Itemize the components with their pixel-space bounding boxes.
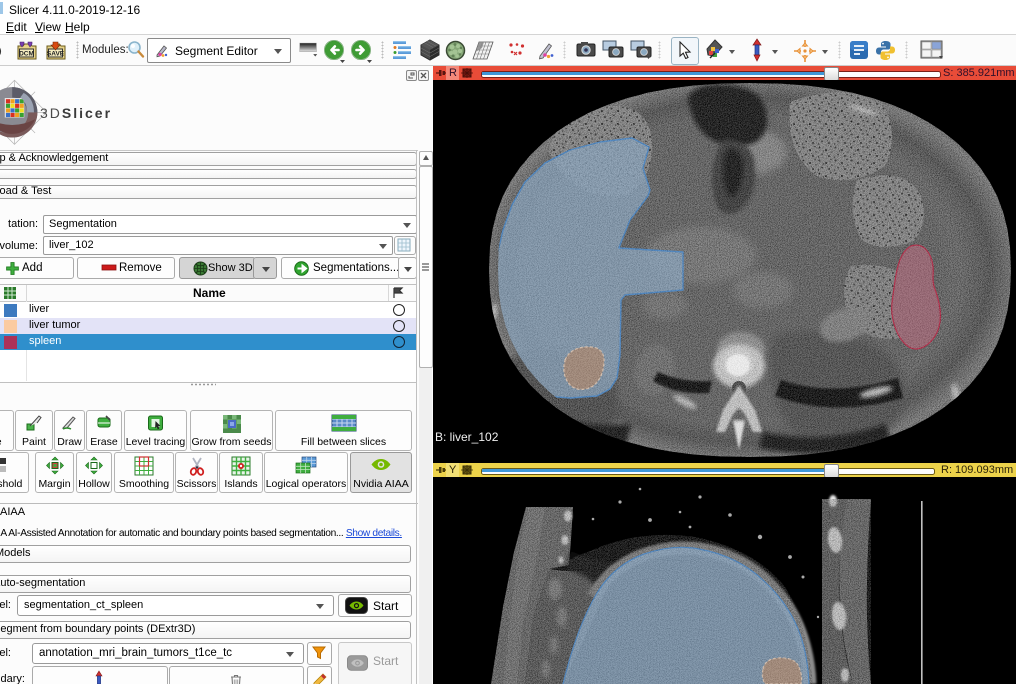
svg-text:SAVE: SAVE bbox=[47, 51, 65, 58]
svg-text:B: liver_102: B: liver_102 bbox=[435, 430, 499, 444]
svg-text:DCM: DCM bbox=[19, 51, 34, 58]
